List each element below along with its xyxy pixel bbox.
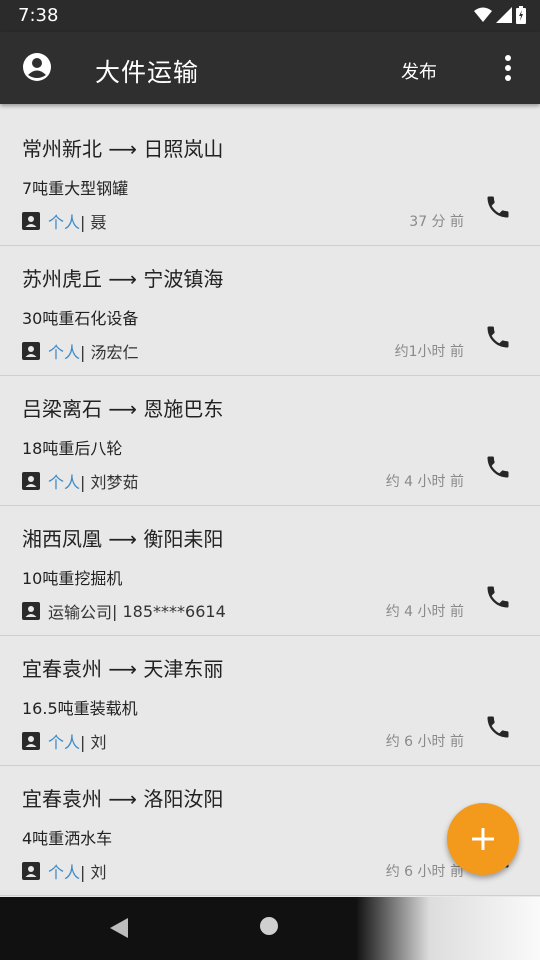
listing-cargo: 10吨重挖掘机 [22,569,123,588]
listing-cargo: 7吨重大型钢罐 [22,179,129,198]
system-nav-bar [0,897,540,960]
contact-card-icon [22,862,40,880]
phone-icon[interactable] [484,583,512,611]
status-bar: 7:38 [0,0,540,32]
status-time: 7:38 [18,5,59,26]
listing-time: 约 4 小时 前 [385,604,464,620]
listing-contact: | 聂 [80,213,107,232]
listing-type[interactable]: 个人 [48,209,80,233]
listing-contact: | 刘 [80,733,107,752]
signal-icon [496,7,512,23]
contact-card-icon [22,212,40,230]
listing-time: 约1小时 前 [394,344,464,360]
listing-time: 37 分 前 [409,214,464,230]
listing-contact: | 刘 [80,863,107,882]
plus-icon [472,828,494,850]
app-bar: 大件运输 发布 [0,32,540,104]
status-icons [474,6,526,24]
listing-card[interactable]: 湘西凤凰 ⟶ 衡阳耒阳 10吨重挖掘机 运输公司 | 185****6614 约… [0,507,540,636]
listing-meta: 个人 | 刘梦茹 [22,469,139,493]
contact-card-icon [22,732,40,750]
page-title: 大件运输 [95,58,200,87]
phone-icon[interactable] [484,453,512,481]
listing-route: 苏州虎丘 ⟶ 宁波镇海 [22,267,224,291]
add-button[interactable] [447,803,519,875]
listing-type[interactable]: 个人 [48,859,80,883]
listing-type[interactable]: 运输公司 [48,599,112,623]
phone-icon[interactable] [484,193,512,221]
listing-cargo: 30吨重石化设备 [22,309,139,328]
listing-contact: | 刘梦茹 [80,473,139,492]
listing-card[interactable]: 苏州虎丘 ⟶ 宁波镇海 30吨重石化设备 个人 | 汤宏仁 约1小时 前 [0,247,540,376]
publish-button[interactable]: 发布 [401,58,437,84]
listing-type[interactable]: 个人 [48,339,80,363]
listing-contact: | 185****6614 [112,601,226,621]
contact-card-icon [22,342,40,360]
phone-icon[interactable] [484,713,512,741]
listing-list: 常州新北 ⟶ 日照岚山 7吨重大型钢罐 个人 | 聂 37 分 前 苏州虎丘 ⟶… [0,117,540,897]
listing-meta: 个人 | 聂 [22,209,107,233]
phone-icon[interactable] [484,323,512,351]
listing-card[interactable]: 宜春袁州 ⟶ 天津东丽 16.5吨重装载机 个人 | 刘 约 6 小时 前 [0,637,540,766]
listing-meta: 个人 | 汤宏仁 [22,339,139,363]
listing-route: 宜春袁州 ⟶ 天津东丽 [22,657,224,681]
listing-card[interactable]: 常州新北 ⟶ 日照岚山 7吨重大型钢罐 个人 | 聂 37 分 前 [0,117,540,246]
listing-meta: 个人 | 刘 [22,859,107,883]
back-icon[interactable] [108,917,130,939]
listing-route: 吕梁离石 ⟶ 恩施巴东 [22,397,224,421]
listing-card[interactable]: 吕梁离石 ⟶ 恩施巴东 18吨重后八轮 个人 | 刘梦茹 约 4 小时 前 [0,377,540,506]
listing-contact: | 汤宏仁 [80,343,139,362]
listing-time: 约 4 小时 前 [385,474,464,490]
contact-card-icon [22,472,40,490]
listing-route: 湘西凤凰 ⟶ 衡阳耒阳 [22,527,224,551]
listing-cargo: 18吨重后八轮 [22,439,123,458]
wifi-icon [474,7,492,22]
contact-card-icon [22,602,40,620]
home-icon[interactable] [260,917,278,935]
more-vert-icon[interactable] [498,54,518,82]
listing-cargo: 16.5吨重装载机 [22,699,138,718]
listing-type[interactable]: 个人 [48,469,80,493]
listing-time: 约 6 小时 前 [385,734,464,750]
battery-icon [516,6,526,24]
screen: 7:38 大件运输 发布 常州新北 ⟶ 日照岚山 7吨重大型钢罐 个人 | 聂 … [0,0,540,960]
listing-cargo: 4吨重洒水车 [22,829,113,848]
listing-meta: 个人 | 刘 [22,729,107,753]
listing-route: 宜春袁州 ⟶ 洛阳汝阳 [22,787,224,811]
recents-area[interactable] [356,897,540,960]
account-circle-icon[interactable] [22,52,52,82]
listing-route: 常州新北 ⟶ 日照岚山 [22,137,224,161]
listing-meta: 运输公司 | 185****6614 [22,599,226,623]
listing-type[interactable]: 个人 [48,729,80,753]
listing-time: 约 6 小时 前 [385,864,464,880]
